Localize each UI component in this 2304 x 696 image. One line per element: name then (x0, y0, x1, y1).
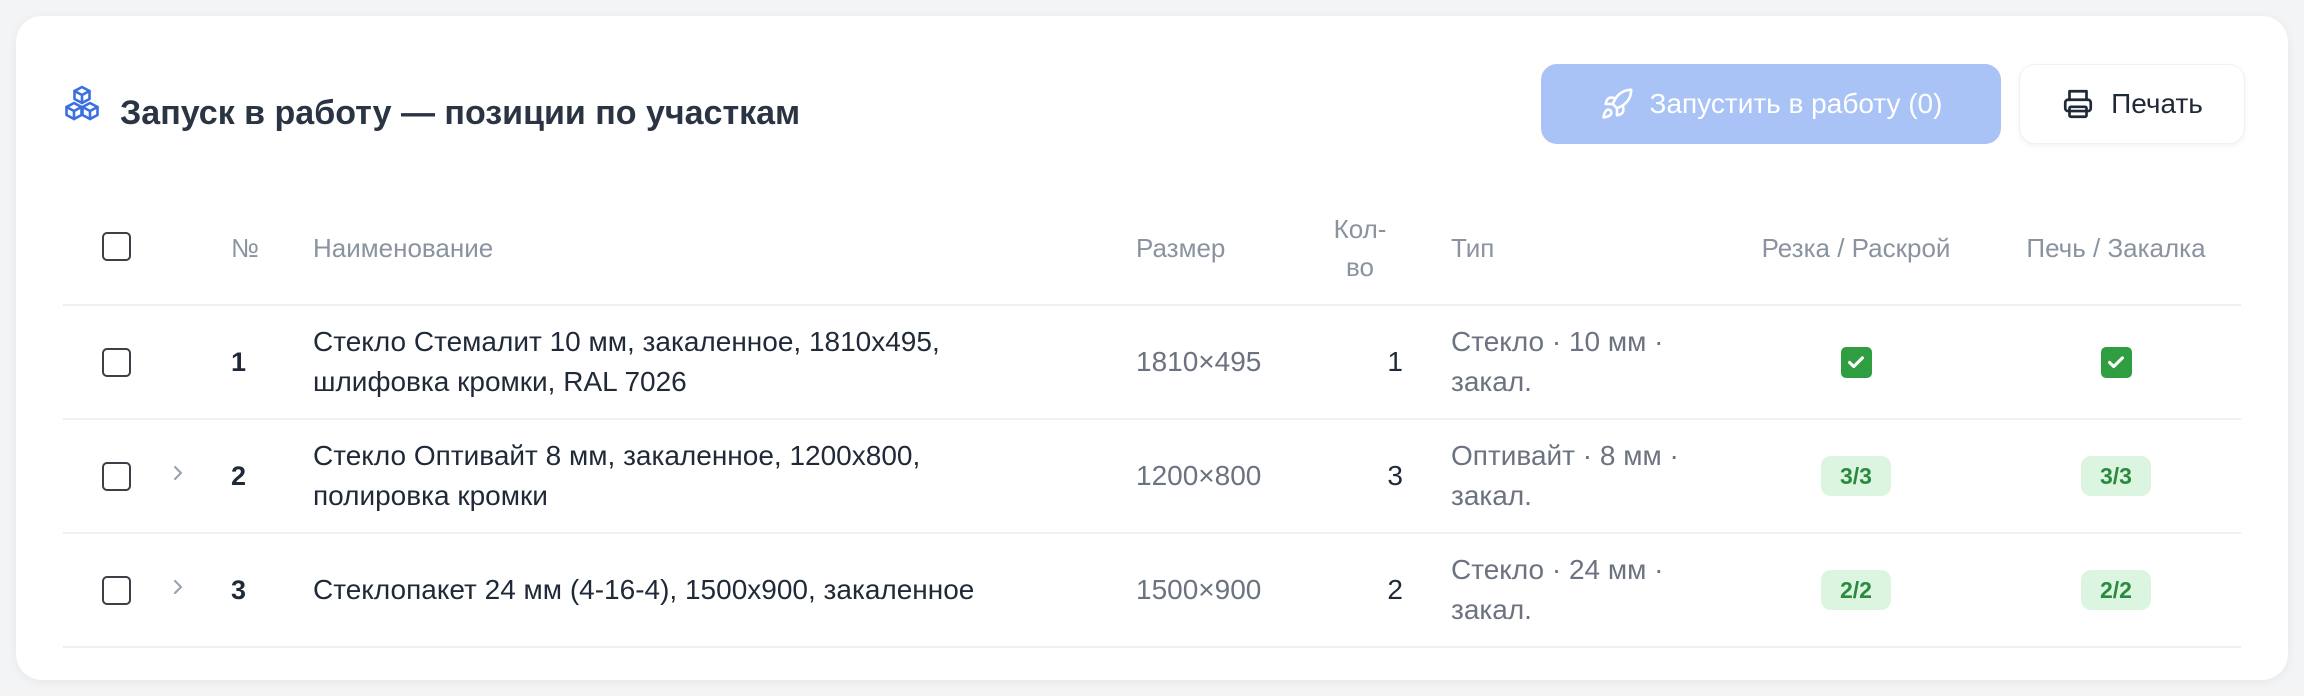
column-header-num: № (231, 233, 259, 263)
row-type: Стекло · 10 мм · закал. (1451, 326, 1664, 397)
column-header-cut: Резка / Раскрой (1761, 233, 1951, 263)
cubes-icon (62, 84, 102, 124)
row-name: Стекло Оптивайт 8 мм, закаленное, 1200х8… (313, 440, 921, 511)
row-checkbox[interactable] (102, 575, 131, 605)
launch-button[interactable]: Запустить в работу (0) (1541, 64, 2001, 144)
rocket-icon (1600, 87, 1634, 121)
column-header-qty: Кол-во (1333, 214, 1387, 282)
oven-progress-badge[interactable]: 3/3 (2081, 456, 2151, 496)
table-row: 3 Стеклопакет 24 мм (4-16-4), 1500х900, … (63, 534, 2241, 648)
row-name: Стеклопакет 24 мм (4-16-4), 1500х900, за… (313, 574, 975, 605)
table-row: 2 Стекло Оптивайт 8 мм, закаленное, 1200… (63, 420, 2241, 534)
launch-button-label: Запустить в работу (0) (1649, 88, 1943, 119)
row-type: Стекло · 24 мм · закал. (1451, 554, 1664, 625)
row-size: 1500×900 (1136, 574, 1262, 605)
row-number: 3 (231, 574, 247, 605)
oven-progress-badge[interactable]: 2/2 (2081, 570, 2151, 610)
row-size: 1200×800 (1136, 460, 1262, 491)
select-all-checkbox[interactable] (102, 231, 131, 261)
cut-progress-badge[interactable]: 2/2 (1821, 570, 1891, 610)
cut-progress-badge[interactable]: 3/3 (1821, 456, 1891, 496)
print-button-label: Печать (2111, 88, 2203, 119)
card-header: Запуск в работу — позиции по участкам За… (16, 16, 2288, 192)
column-header-type: Тип (1451, 233, 1495, 263)
launch-card: Запуск в работу — позиции по участкам За… (16, 16, 2288, 680)
check-icon[interactable] (1840, 346, 1872, 378)
row-checkbox[interactable] (102, 347, 131, 377)
column-header-size: Размер (1136, 233, 1226, 263)
print-button[interactable]: Печать (2019, 64, 2245, 144)
row-number: 2 (231, 460, 247, 491)
row-number: 1 (231, 346, 247, 377)
check-icon[interactable] (2100, 346, 2132, 378)
row-qty: 1 (1387, 346, 1403, 377)
column-header-oven: Печь / Закалка (2026, 233, 2206, 263)
row-checkbox[interactable] (102, 461, 131, 491)
row-name: Стекло Стемалит 10 мм, закаленное, 1810х… (313, 326, 940, 397)
row-size: 1810×495 (1136, 346, 1262, 377)
row-qty: 3 (1387, 460, 1403, 491)
page-title: Запуск в работу — позиции по участкам (120, 94, 801, 132)
column-header-name: Наименование (313, 233, 494, 263)
positions-table: № Наименование Размер Кол-во Тип Резка /… (63, 192, 2241, 648)
row-type: Оптивайт · 8 мм · закал. (1451, 440, 1679, 511)
table-row: 1 Стекло Стемалит 10 мм, закаленное, 181… (63, 306, 2241, 420)
printer-icon (2061, 87, 2095, 121)
row-qty: 2 (1387, 574, 1403, 605)
chevron-right-icon[interactable] (169, 575, 187, 606)
table-header-row: № Наименование Размер Кол-во Тип Резка /… (63, 192, 2241, 306)
chevron-right-icon[interactable] (169, 461, 187, 492)
